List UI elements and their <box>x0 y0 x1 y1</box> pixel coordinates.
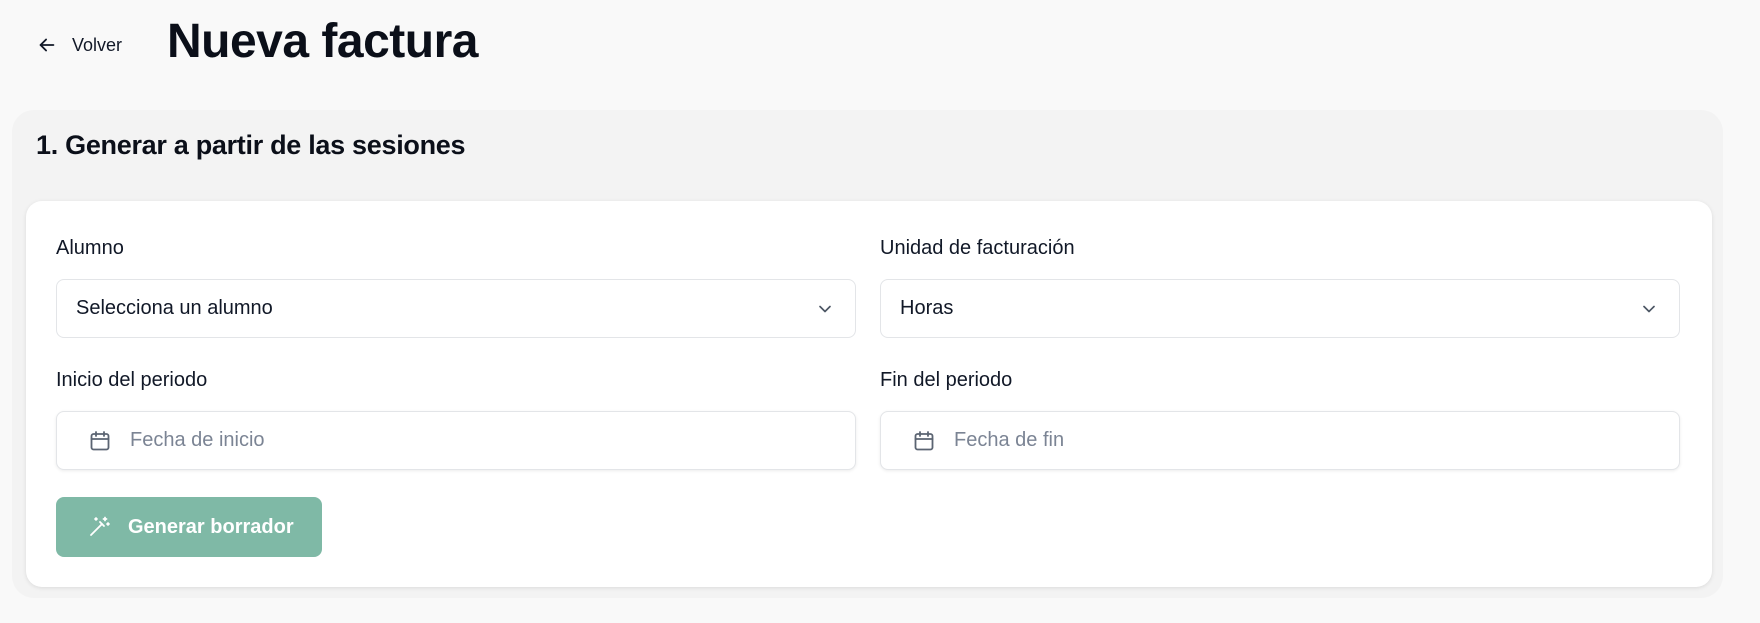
period-end-date-picker[interactable]: Fecha de fin <box>880 411 1680 470</box>
arrow-left-icon <box>39 38 55 52</box>
billing-unit-select[interactable]: Horas <box>880 279 1680 338</box>
page-header: Volver Nueva factura <box>0 0 1760 90</box>
period-end-placeholder: Fecha de fin <box>954 429 1065 451</box>
generate-draft-button[interactable]: Generar borrador <box>56 497 322 557</box>
student-select[interactable]: Selecciona un alumno <box>56 279 856 338</box>
generate-form-card: Alumno Selecciona un alumno Unidad de fa… <box>26 201 1712 587</box>
back-label: Volver <box>72 34 123 55</box>
period-start-date-picker[interactable]: Fecha de inicio <box>56 411 856 470</box>
period-start-label: Inicio del periodo <box>56 369 208 391</box>
chevron-down-icon <box>819 305 831 313</box>
generate-draft-label: Generar borrador <box>128 515 294 538</box>
magic-wand-icon <box>90 516 110 536</box>
period-start-placeholder: Fecha de inicio <box>130 429 265 451</box>
billing-unit-select-value: Horas <box>900 297 954 319</box>
student-select-value: Selecciona un alumno <box>76 297 273 319</box>
page-title: Nueva factura <box>167 15 478 68</box>
student-label: Alumno <box>56 237 124 259</box>
section-title: 1. Generar a partir de las sesiones <box>36 130 466 160</box>
generate-from-sessions-section: 1. Generar a partir de las sesiones Alum… <box>12 110 1723 598</box>
back-button[interactable]: Volver <box>36 30 122 60</box>
calendar-icon <box>90 431 110 451</box>
period-end-label: Fin del periodo <box>880 369 1013 391</box>
calendar-icon <box>914 431 934 451</box>
chevron-down-icon <box>1643 305 1655 313</box>
billing-unit-label: Unidad de facturación <box>880 237 1075 259</box>
